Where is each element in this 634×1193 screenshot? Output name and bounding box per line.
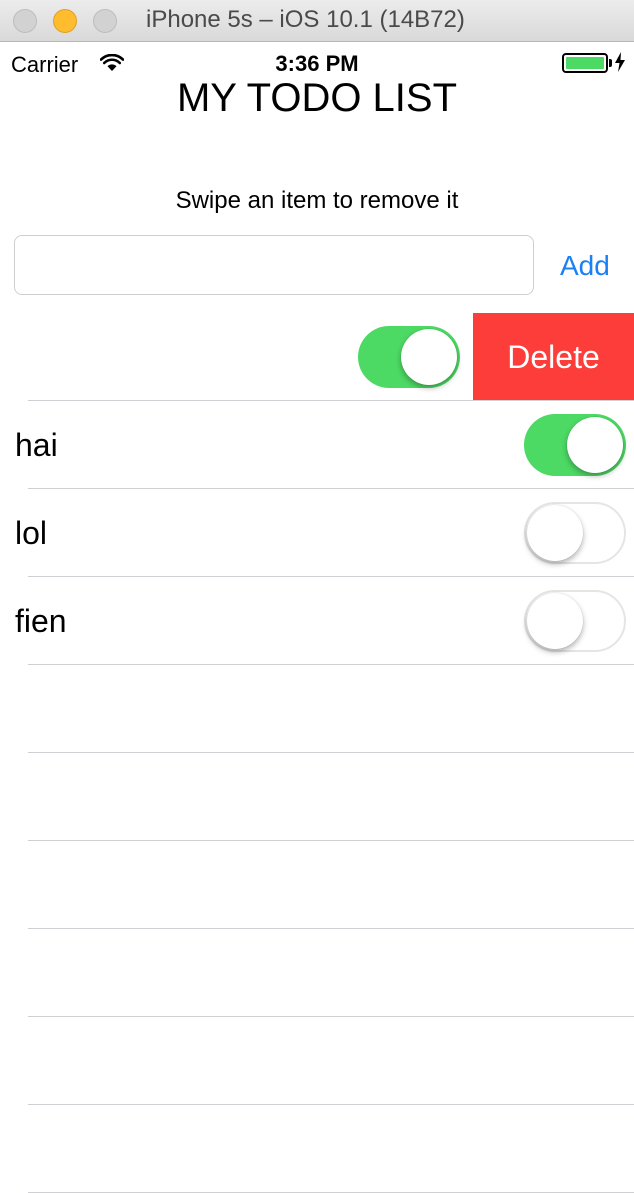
done-toggle[interactable] <box>524 414 626 476</box>
todo-label: hai <box>15 427 58 463</box>
table-row[interactable]: hai <box>0 401 634 489</box>
table-row[interactable]: lol <box>0 489 634 577</box>
new-item-input[interactable] <box>14 235 534 295</box>
toggle-knob <box>527 593 583 649</box>
todo-table: Delete hai lol fien <box>0 313 634 1193</box>
bolt-icon <box>614 52 626 77</box>
add-button[interactable]: Add <box>560 250 610 282</box>
status-time: 3:36 PM <box>275 51 359 76</box>
todo-label: lol <box>15 515 48 551</box>
empty-table-row <box>0 665 634 753</box>
window-minimize-button[interactable] <box>53 9 77 33</box>
battery-tip <box>609 59 612 67</box>
empty-table-row <box>0 753 634 841</box>
table-row[interactable]: fien <box>0 577 634 665</box>
todo-label: fien <box>15 603 67 639</box>
toggle-knob <box>527 505 583 561</box>
empty-table-row <box>0 1017 634 1105</box>
table-row[interactable]: Delete <box>0 313 634 401</box>
swiped-row-content <box>0 313 473 401</box>
toggle-knob <box>567 417 623 473</box>
instructions-label: Swipe an item to remove it <box>175 187 459 214</box>
simulator-title-bar: iPhone 5s – iOS 10.1 (14B72) <box>0 0 634 42</box>
done-toggle[interactable] <box>524 502 626 564</box>
delete-button[interactable]: Delete <box>473 313 634 401</box>
status-bar: Carrier 3:36 PM <box>0 44 634 80</box>
page-title: MY TODO LIST <box>176 76 458 120</box>
window-title: iPhone 5s – iOS 10.1 (14B72) <box>146 6 465 33</box>
toggle-knob <box>401 329 457 385</box>
window-zoom-button[interactable] <box>93 9 117 33</box>
done-toggle[interactable] <box>358 326 460 388</box>
window-close-button[interactable] <box>13 9 37 33</box>
empty-table-row <box>0 929 634 1017</box>
empty-table-row <box>0 841 634 929</box>
empty-table-row <box>0 1105 634 1193</box>
done-toggle[interactable] <box>524 590 626 652</box>
battery-icon <box>562 53 608 73</box>
